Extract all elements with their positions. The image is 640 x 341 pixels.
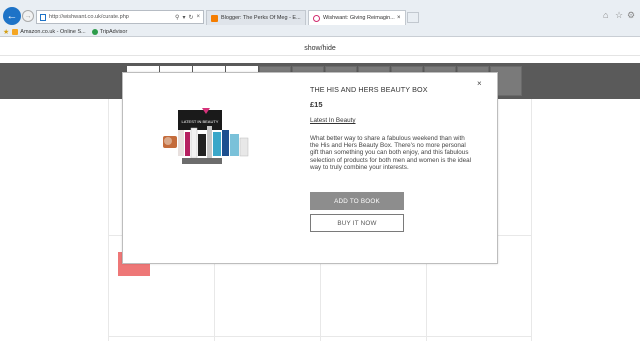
grid-divider	[108, 336, 532, 337]
favorite-tripadvisor[interactable]: TripAdvisor	[91, 28, 128, 35]
close-icon[interactable]: ×	[477, 79, 482, 88]
show-hide-label: show/hide	[304, 45, 336, 52]
grid-divider	[108, 99, 109, 341]
blogger-favicon-icon	[211, 14, 218, 22]
category-link[interactable]: Latest In Beauty	[310, 117, 356, 124]
search-icon[interactable]: ⚲	[175, 14, 179, 21]
product-description: What better way to share a fabulous week…	[310, 135, 472, 171]
favorites-star-icon[interactable]: ☆	[615, 10, 623, 21]
forward-arrow-icon: →	[24, 12, 32, 20]
new-tab-button[interactable]	[407, 12, 419, 23]
back-arrow-icon: ←	[6, 10, 18, 22]
grid-divider	[531, 99, 532, 341]
amazon-favicon-icon	[12, 28, 19, 35]
tab-title: Wishwant: Giving Reimagin...	[323, 15, 395, 21]
favorite-amazon[interactable]: Amazon.co.uk - Online S...	[12, 28, 86, 35]
add-to-book-button[interactable]: ADD TO BOOK	[310, 192, 404, 210]
back-button[interactable]: ←	[3, 7, 21, 25]
favorite-label: Amazon.co.uk - Online S...	[20, 28, 86, 35]
favorite-label: TripAdvisor	[99, 28, 128, 35]
product-title: THE HIS AND HERS BEAUTY BOX	[310, 85, 428, 94]
product-price: £15	[310, 100, 323, 109]
tab-close-icon[interactable]: ×	[397, 15, 405, 21]
dropdown-icon[interactable]: ▾	[182, 14, 185, 21]
product-image-label: LATEST IN BEAUTY	[182, 119, 219, 124]
forward-button[interactable]: →	[22, 10, 34, 22]
page-icon	[40, 13, 46, 21]
tab-wishwant[interactable]: Wishwant: Giving Reimagin... ×	[308, 10, 406, 25]
tab-blogger[interactable]: Blogger: The Perks Of Meg - E...	[206, 10, 306, 25]
show-hide-toggle[interactable]: show/hide	[0, 42, 640, 56]
url-text: http://wishwant.co.uk/curate.php	[49, 14, 129, 20]
product-modal: LATEST IN BEAUTY THE HIS AND HERS BEAUTY…	[122, 72, 498, 264]
tab-title: Blogger: The Perks Of Meg - E...	[221, 15, 301, 21]
browser-chrome: ← → http://wishwant.co.uk/curate.php ⚲ ▾…	[0, 0, 640, 37]
address-bar[interactable]: http://wishwant.co.uk/curate.php ⚲ ▾ ↻ ×	[36, 10, 204, 24]
product-image: LATEST IN BEAUTY	[163, 108, 249, 164]
favorites-star-icon[interactable]: ★	[3, 28, 9, 36]
refresh-icon[interactable]: ↻	[188, 14, 193, 21]
buy-it-now-button[interactable]: BUY IT NOW	[310, 214, 404, 232]
home-icon[interactable]: ⌂	[603, 10, 608, 20]
tripadvisor-favicon-icon	[91, 28, 98, 35]
stop-icon[interactable]: ×	[196, 14, 200, 20]
settings-gear-icon[interactable]: ⚙	[627, 10, 635, 21]
favorites-bar: ★ Amazon.co.uk - Online S... TripAdvisor	[0, 26, 640, 37]
wishwant-favicon-icon	[313, 14, 320, 22]
